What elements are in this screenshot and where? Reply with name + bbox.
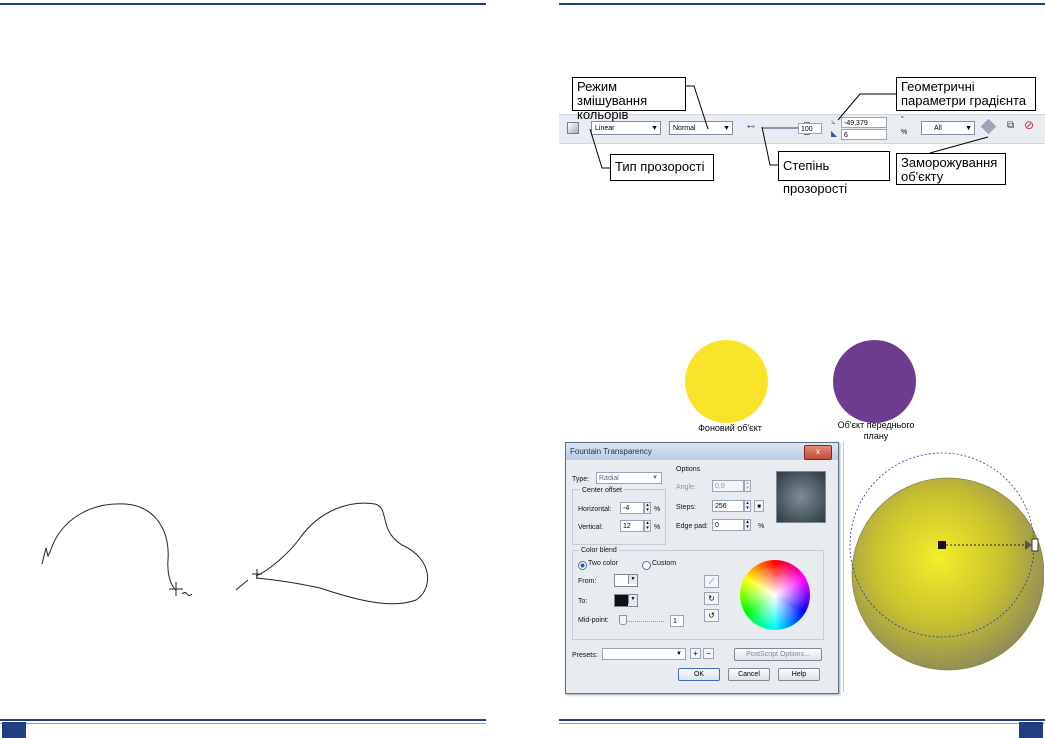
gradient-end-handle[interactable] bbox=[1031, 538, 1039, 552]
chevron-down-icon: ▼ bbox=[628, 575, 637, 584]
midpoint-field[interactable]: 1 bbox=[670, 615, 684, 627]
horizontal-label: Horizontal: bbox=[578, 506, 612, 513]
radial-transparency-preview bbox=[843, 442, 1045, 692]
angle-value: 0,0 bbox=[715, 483, 725, 490]
center-offset-group bbox=[572, 489, 666, 545]
leader-freeze bbox=[929, 136, 989, 154]
horizontal-spinner[interactable]: ▴ ▾ bbox=[644, 502, 651, 514]
to-label: To: bbox=[578, 598, 588, 605]
leader-transparency-type bbox=[589, 128, 610, 169]
to-color-picker[interactable]: ▼ bbox=[614, 594, 638, 607]
leader-blend-mode bbox=[686, 85, 709, 130]
direct-path-icon[interactable]: ⟋ bbox=[704, 575, 719, 588]
steps-label: Steps: bbox=[676, 504, 696, 511]
color-wheel[interactable] bbox=[740, 560, 810, 630]
dialog-titlebar: Fountain Transparency x bbox=[566, 443, 838, 460]
custom-label: Custom bbox=[652, 560, 677, 567]
steps-value: 256 bbox=[715, 503, 727, 510]
edge-pad-field[interactable]: 0 bbox=[712, 519, 744, 531]
counterclockwise-path-icon[interactable]: ↺ bbox=[704, 609, 719, 622]
edge-pad-spinner[interactable]: ▴ ▾ bbox=[744, 519, 751, 531]
chevron-down-icon: ▼ bbox=[628, 595, 637, 604]
vertical-label: Vertical: bbox=[578, 524, 603, 531]
gradient-start-handle[interactable] bbox=[938, 541, 946, 549]
ok-button[interactable]: OK bbox=[678, 668, 720, 681]
two-color-radio[interactable] bbox=[578, 561, 587, 570]
postscript-options-label: PostScript Options... bbox=[746, 651, 810, 658]
two-color-label: Two color bbox=[588, 560, 618, 567]
presets-label: Presets: bbox=[572, 652, 598, 659]
chevron-down-icon: ▼ bbox=[676, 651, 682, 657]
vertical-value: 12 bbox=[623, 523, 631, 530]
center-offset-label: Center offset bbox=[580, 487, 624, 494]
chevron-down-icon: ▼ bbox=[652, 475, 658, 481]
cancel-label: Cancel bbox=[738, 671, 760, 678]
blended-circle bbox=[851, 477, 1045, 671]
options-label: Options bbox=[676, 466, 701, 473]
foreground-object-circle bbox=[833, 340, 916, 423]
type-label: Type: bbox=[572, 476, 590, 483]
edge-pad-percent: % bbox=[758, 523, 765, 530]
vertical-field[interactable]: 12 bbox=[620, 520, 644, 532]
add-preset-button[interactable]: + bbox=[690, 648, 701, 659]
vertical-spinner[interactable]: ▴ ▾ bbox=[644, 520, 651, 532]
color-blend-label: Color blend bbox=[579, 547, 619, 554]
help-label: Help bbox=[791, 671, 807, 678]
type-value: Radial bbox=[599, 475, 619, 482]
close-button[interactable]: x bbox=[804, 445, 832, 460]
angle-spinner[interactable]: ▴ ▾ bbox=[744, 480, 751, 492]
midpoint-value: 1 bbox=[673, 618, 677, 625]
ok-label: OK bbox=[693, 671, 705, 678]
presets-select[interactable]: ▼ bbox=[602, 648, 686, 660]
steps-spinner[interactable]: ▴ ▾ bbox=[744, 500, 751, 512]
dialog-title: Fountain Transparency bbox=[570, 447, 652, 456]
midpoint-slider-thumb[interactable] bbox=[619, 615, 627, 625]
cancel-button[interactable]: Cancel bbox=[728, 668, 770, 681]
edge-pad-value: 0 bbox=[715, 522, 719, 529]
from-color-picker[interactable]: ▼ bbox=[614, 574, 638, 587]
remove-preset-button[interactable]: − bbox=[703, 648, 714, 659]
fountain-transparency-dialog: Fountain Transparency x Type: Radial ▼ Ce… bbox=[565, 442, 839, 694]
radial-preview-svg bbox=[849, 452, 1045, 671]
vertical-percent: % bbox=[654, 524, 661, 531]
gradient-preview bbox=[776, 471, 826, 523]
close-icon: x bbox=[816, 447, 820, 456]
type-select[interactable]: Radial ▼ bbox=[596, 472, 662, 484]
help-button[interactable]: Help bbox=[778, 668, 820, 681]
leader-transparency-degree bbox=[761, 126, 778, 166]
edge-pad-label: Edge pad: bbox=[676, 523, 708, 530]
background-object-circle bbox=[685, 340, 768, 423]
horizontal-value: -4 bbox=[623, 505, 630, 512]
clockwise-path-icon[interactable]: ↻ bbox=[704, 592, 719, 605]
horizontal-percent: % bbox=[654, 506, 661, 513]
steps-field[interactable]: 256 bbox=[712, 500, 744, 512]
lock-icon[interactable]: ■ bbox=[754, 500, 764, 512]
angle-field[interactable]: 0,0 bbox=[712, 480, 744, 492]
angle-label: Angle: bbox=[676, 484, 696, 491]
midpoint-label: Mid-point: bbox=[578, 617, 609, 624]
from-label: From: bbox=[578, 578, 597, 585]
postscript-options-button[interactable]: PostScript Options... bbox=[734, 648, 822, 661]
foreground-object-label: Об'єкт переднього плану bbox=[837, 420, 915, 441]
custom-radio[interactable] bbox=[642, 561, 651, 570]
background-object-label: Фоновий об'єкт bbox=[698, 423, 762, 433]
leader-geometry bbox=[837, 93, 896, 121]
horizontal-field[interactable]: -4 bbox=[620, 502, 644, 514]
